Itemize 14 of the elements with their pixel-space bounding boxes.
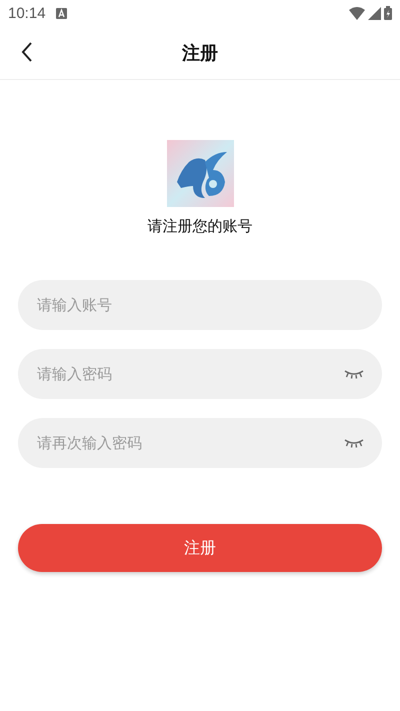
- signal-icon: [368, 6, 381, 20]
- password-field[interactable]: 请输入密码: [18, 349, 382, 399]
- notification-icon: [56, 8, 67, 18]
- battery-icon: [384, 6, 392, 20]
- input-field[interactable]: 请输入账号: [18, 280, 382, 330]
- eye-closed-icon[interactable]: [344, 369, 364, 379]
- subtitle: 请注册您的账号: [148, 217, 252, 236]
- register-button[interactable]: 注册: [18, 524, 382, 572]
- logo-icon: [166, 140, 234, 207]
- wifi-icon: [349, 6, 365, 20]
- page-title: 注册: [182, 42, 218, 64]
- password-field[interactable]: 请再次输入密码: [18, 418, 382, 468]
- eye-closed-icon[interactable]: [344, 438, 364, 448]
- status-time: 10:14: [8, 4, 46, 22]
